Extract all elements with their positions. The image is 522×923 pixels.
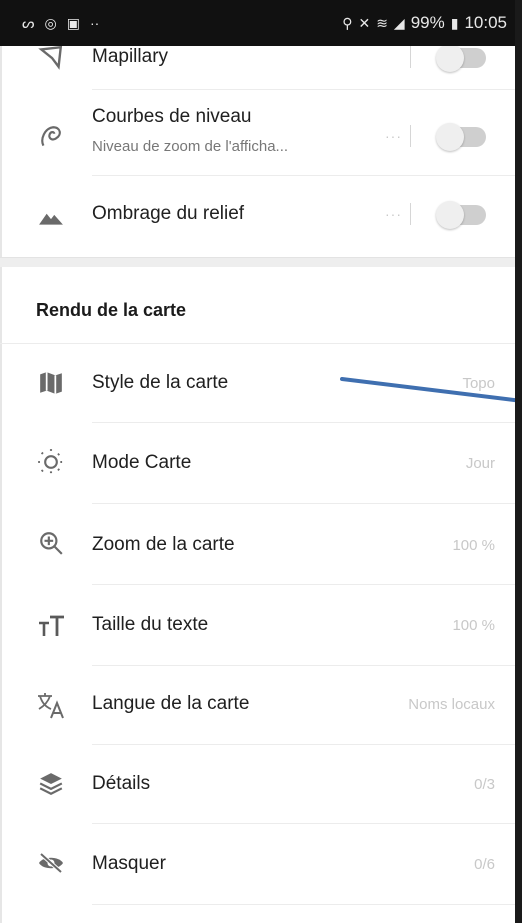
setting-value: 0/3	[474, 776, 495, 793]
battery-icon: ▮	[450, 14, 459, 31]
setting-value: 100 %	[452, 617, 495, 634]
hide-icon	[36, 848, 66, 878]
whatsapp-icon: ◎	[44, 14, 57, 31]
toggle-contour-lines[interactable]	[436, 123, 486, 151]
setting-label: Mode Carte	[92, 452, 192, 473]
text-size-icon	[36, 611, 66, 641]
sun-icon	[36, 447, 66, 477]
battery-percent: 99%	[410, 13, 445, 32]
separator	[410, 203, 411, 225]
navigation-arrow-icon	[36, 42, 66, 72]
setting-value: 0/6	[474, 856, 495, 873]
layer-label-contour-lines: Courbes de niveau	[92, 106, 252, 127]
status-left-icons: ᔕ ◎ ▣ ··	[22, 15, 99, 32]
mute-icon: ✕	[358, 14, 371, 31]
mountain-icon	[36, 202, 66, 232]
layer-row-mapillary[interactable]: Mapillary	[0, 40, 515, 80]
more-options-button[interactable]: ···	[385, 128, 402, 144]
setting-row-map-language[interactable]: Langue de la carte Noms locaux	[0, 666, 515, 744]
gallery-icon: ▣	[66, 14, 80, 31]
layer-row-hillshade[interactable]: Ombrage du relief ···	[0, 180, 515, 256]
setting-value: 100 %	[452, 537, 495, 554]
setting-label: Détails	[92, 773, 151, 794]
zoom-in-icon	[36, 528, 66, 558]
separator	[410, 125, 411, 147]
status-right: ⚲ ✕ ≋ ◢ 99% ▮ 10:05	[342, 13, 507, 33]
setting-label: Langue de la carte	[92, 693, 250, 714]
setting-label: Masquer	[92, 853, 166, 874]
signal-icon: ◢	[393, 14, 405, 31]
status-bar: ᔕ ◎ ▣ ·· ⚲ ✕ ≋ ◢ 99% ▮ 10:05	[0, 0, 515, 46]
setting-row-hide[interactable]: Masquer 0/6	[0, 824, 515, 904]
more-dots-icon: ··	[89, 15, 100, 31]
section-separator	[0, 257, 515, 267]
layer-label-hillshade: Ombrage du relief	[92, 203, 245, 224]
setting-label: Zoom de la carte	[92, 534, 235, 555]
wifi-icon: ≋	[376, 14, 388, 31]
setting-label: Taille du texte	[92, 614, 209, 635]
layer-sublabel-contour-lines: Niveau de zoom de l'afficha...	[92, 138, 289, 155]
divider	[92, 89, 515, 90]
separator	[410, 46, 411, 68]
setting-label: Style de la carte	[92, 372, 229, 393]
setting-row-map-mode[interactable]: Mode Carte Jour	[0, 423, 515, 503]
layer-label-mapillary: Mapillary	[92, 46, 169, 67]
more-options-button[interactable]: ···	[385, 206, 402, 222]
toggle-hillshade[interactable]	[436, 201, 486, 229]
toggle-mapillary[interactable]	[436, 44, 486, 72]
clock: 10:05	[464, 13, 507, 32]
setting-row-details[interactable]: Détails 0/3	[0, 745, 515, 823]
contour-icon	[36, 122, 66, 152]
setting-value: Jour	[465, 455, 495, 472]
setting-value: Topo	[462, 375, 495, 392]
location-icon: ⚲	[342, 14, 353, 31]
layer-row-contour-lines[interactable]: Courbes de niveau Niveau de zoom de l'af…	[0, 100, 515, 174]
divider	[92, 904, 515, 905]
section-title-map-rendering: Rendu de la carte	[36, 300, 187, 320]
layers-icon	[36, 769, 66, 799]
divider	[92, 175, 515, 176]
map-icon	[36, 368, 66, 398]
setting-row-map-zoom[interactable]: Zoom de la carte 100 %	[0, 504, 515, 584]
frame-edge-right	[515, 0, 522, 923]
setting-row-text-size[interactable]: Taille du texte 100 %	[0, 585, 515, 665]
translate-icon	[36, 690, 66, 720]
setting-value: Noms locaux	[408, 696, 495, 713]
nfc-icon: ᔕ	[22, 14, 35, 31]
setting-row-map-style[interactable]: Style de la carte Topo	[0, 344, 515, 422]
